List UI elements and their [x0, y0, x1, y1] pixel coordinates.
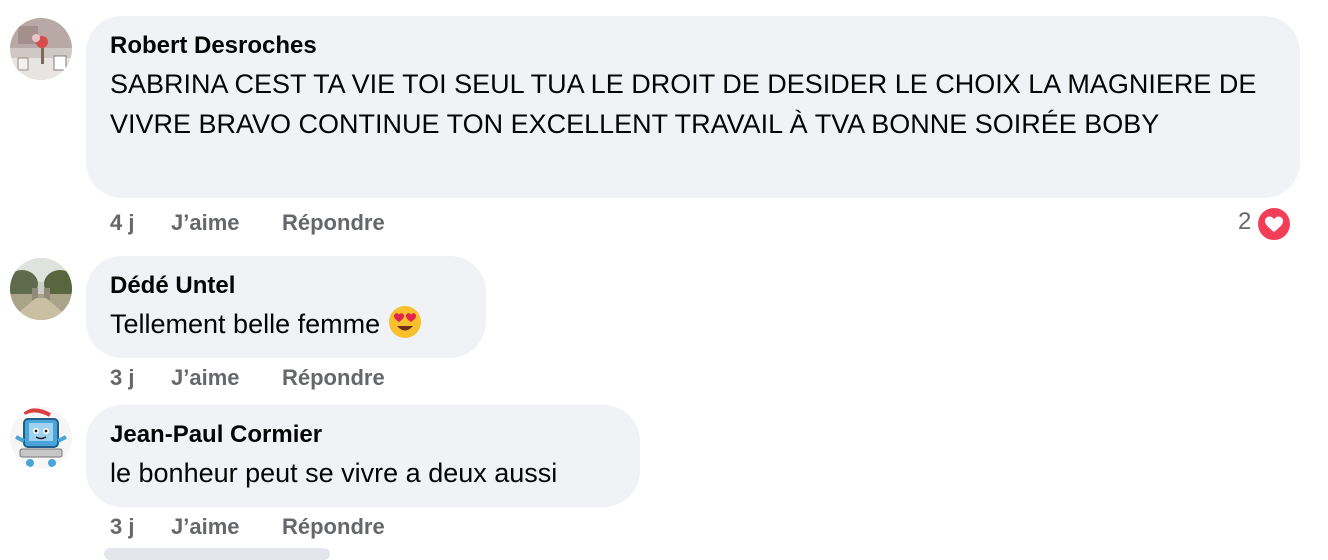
comment-bubble: Jean-Paul Cormier le bonheur peut se viv…: [86, 405, 640, 507]
comment-text: le bonheur peut se vivre a deux aussi: [110, 458, 558, 488]
next-comment-bubble-edge: [104, 548, 330, 560]
avatar[interactable]: [10, 18, 72, 80]
avatar[interactable]: [10, 258, 72, 320]
comment-author[interactable]: Dédé Untel: [110, 272, 462, 300]
like-button[interactable]: J’aime: [171, 512, 240, 542]
heart-icon: [1256, 206, 1292, 242]
reaction-count: 2: [1238, 208, 1252, 235]
comment-bubble: Robert Desroches SABRINA CEST TA VIE TOI…: [86, 16, 1300, 198]
heart-eyes-emoji-icon: [388, 305, 422, 350]
reply-button[interactable]: Répondre: [282, 363, 385, 393]
comment-timestamp[interactable]: 3 j: [110, 363, 134, 393]
like-button[interactable]: J’aime: [171, 363, 240, 393]
comment-timestamp[interactable]: 3 j: [110, 512, 134, 542]
comment-bubble: Dédé Untel Tellement belle femme: [86, 256, 486, 358]
comment-author[interactable]: Robert Desroches: [110, 32, 1276, 60]
comment-text-line: Tellement belle femme: [110, 304, 462, 350]
like-button[interactable]: J’aime: [171, 208, 240, 238]
comment-text: Tellement belle femme: [110, 309, 381, 339]
reply-button[interactable]: Répondre: [282, 512, 385, 542]
comment-timestamp[interactable]: 4 j: [110, 208, 134, 238]
comment-text: SABRINA CEST TA VIE TOI SEUL TUA LE DROI…: [110, 69, 1257, 139]
reply-button[interactable]: Répondre: [282, 208, 385, 238]
avatar[interactable]: [10, 407, 72, 469]
comment-author[interactable]: Jean-Paul Cormier: [110, 421, 616, 449]
